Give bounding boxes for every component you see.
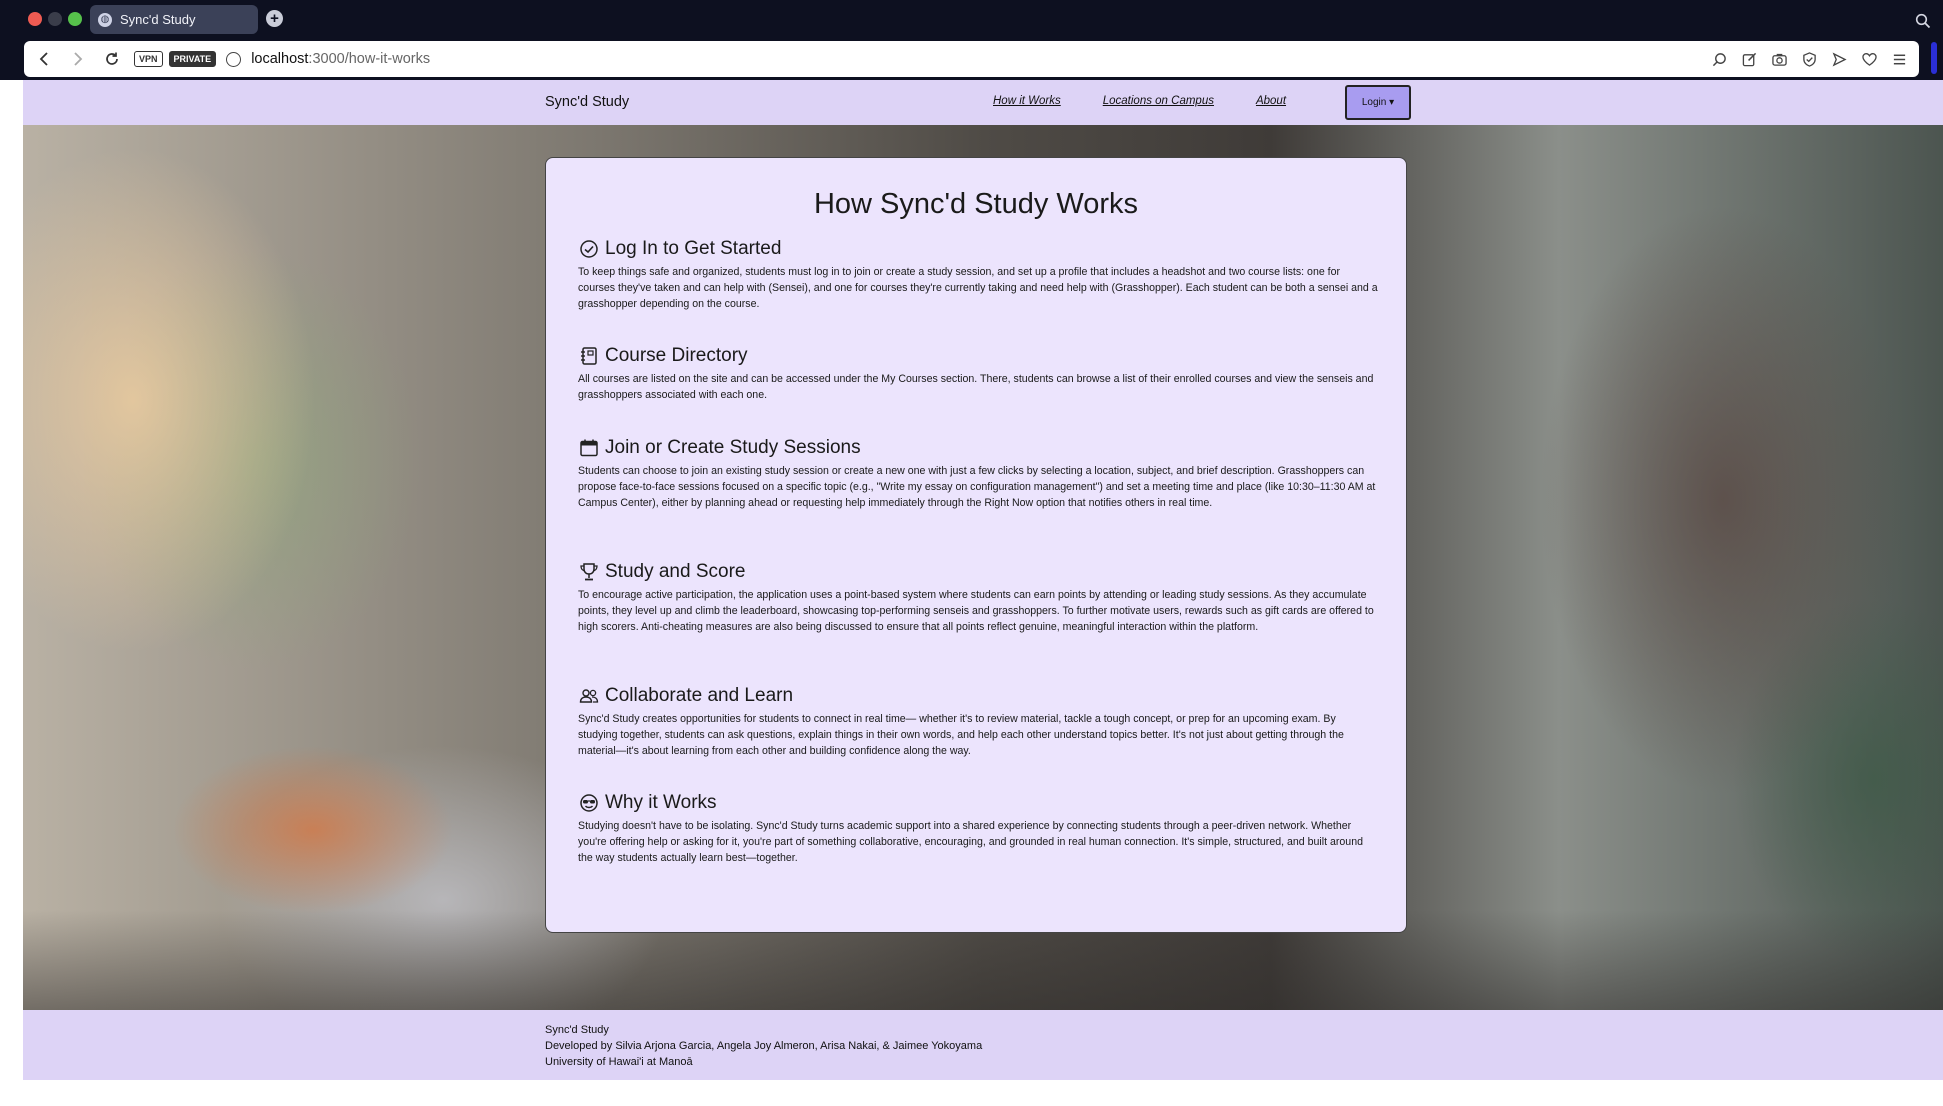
section-study-sessions: Join or Create Study Sessions Students c… xyxy=(578,435,1378,511)
section-title: Why it Works xyxy=(605,792,717,813)
site-info-icon[interactable] xyxy=(226,51,242,67)
site-navbar: Sync'd Study How it Works Locations on C… xyxy=(23,80,1943,125)
section-title: Collaborate and Learn xyxy=(605,685,794,706)
section-why-it-works: Why it Works Studying doesn't have to be… xyxy=(578,790,1378,866)
trophy-icon xyxy=(578,561,600,583)
login-dropdown-button[interactable]: Login ▾ xyxy=(1345,85,1411,120)
page-viewport: Sync'd Study How it Works Locations on C… xyxy=(23,80,1943,1080)
section-body: To keep things safe and organized, stude… xyxy=(578,266,1378,310)
footer-developers: Developed by Silvia Arjona Garcia, Angel… xyxy=(545,1040,983,1052)
browser-tab[interactable]: ◍ Sync'd Study xyxy=(90,5,258,34)
minimize-window-button[interactable] xyxy=(48,12,62,26)
section-body: Students can choose to join an existing … xyxy=(578,465,1376,509)
footer-university: University of Hawai'i at Manoā xyxy=(545,1056,693,1068)
back-button[interactable] xyxy=(30,45,58,73)
chevron-right-icon xyxy=(74,52,83,66)
maximize-window-button[interactable] xyxy=(68,12,82,26)
url-text[interactable]: localhost:3000/how-it-works xyxy=(251,51,430,67)
camera-icon[interactable] xyxy=(1771,51,1787,67)
zoom-icon[interactable] xyxy=(1711,51,1727,67)
close-window-button[interactable] xyxy=(28,12,42,26)
tab-title: Sync'd Study xyxy=(120,12,196,27)
section-body: Sync'd Study creates opportunities for s… xyxy=(578,713,1344,757)
reload-icon xyxy=(106,52,118,65)
section-title: Study and Score xyxy=(605,561,746,582)
reload-button[interactable] xyxy=(98,45,126,73)
footer-brand: Sync'd Study xyxy=(545,1024,609,1036)
menu-icon[interactable] xyxy=(1891,51,1907,67)
search-icon[interactable] xyxy=(1915,13,1931,29)
new-tab-button[interactable]: + xyxy=(266,10,283,27)
section-log-in: Log In to Get Started To keep things saf… xyxy=(578,236,1378,312)
send-icon[interactable] xyxy=(1831,51,1847,67)
private-badge: PRIVATE xyxy=(168,51,217,67)
nav-links: How it Works Locations on Campus About xyxy=(993,95,1286,107)
globe-icon: ◍ xyxy=(98,12,112,27)
forward-button[interactable] xyxy=(64,45,92,73)
section-body: To encourage active participation, the a… xyxy=(578,589,1374,633)
page-title: How Sync'd Study Works xyxy=(813,188,1139,220)
nav-link-about[interactable]: About xyxy=(1256,95,1286,107)
section-collaborate: Collaborate and Learn Sync'd Study creat… xyxy=(578,683,1378,759)
sidebar-toggle[interactable] xyxy=(1931,42,1937,74)
address-bar: VPN PRIVATE localhost:3000/how-it-works xyxy=(24,41,1919,77)
nav-link-how-it-works[interactable]: How it Works xyxy=(993,95,1061,107)
url-path: :3000/how-it-works xyxy=(308,51,431,67)
edit-icon[interactable] xyxy=(1741,51,1757,67)
section-body: Studying doesn't have to be isolating. S… xyxy=(578,820,1363,864)
people-icon xyxy=(578,685,600,707)
window-bottom-edge xyxy=(0,1080,1943,1106)
journal-icon xyxy=(578,345,600,367)
section-study-and-score: Study and Score To encourage active part… xyxy=(578,559,1378,635)
section-body: All courses are listed on the site and c… xyxy=(578,373,1374,401)
chevron-left-icon xyxy=(39,52,48,66)
section-course-directory: Course Directory All courses are listed … xyxy=(578,343,1378,403)
brand-link[interactable]: Sync'd Study xyxy=(545,94,629,110)
section-title: Log In to Get Started xyxy=(605,238,782,259)
url-host: localhost xyxy=(251,51,309,67)
browser-titlebar: ◍ Sync'd Study + xyxy=(0,0,1943,40)
site-footer: Sync'd Study Developed by Silvia Arjona … xyxy=(23,1010,1943,1080)
vpn-badge[interactable]: VPN xyxy=(134,51,163,67)
check-circle-icon xyxy=(578,238,600,260)
section-title: Course Directory xyxy=(605,345,748,366)
sunglasses-emoji-icon xyxy=(578,792,600,814)
heart-icon[interactable] xyxy=(1861,51,1877,67)
how-it-works-card: How Sync'd Study Works Log In to Get Sta… xyxy=(545,157,1407,933)
window-edge xyxy=(0,80,23,1080)
section-title: Join or Create Study Sessions xyxy=(605,437,861,458)
calendar-icon xyxy=(578,437,600,459)
nav-link-locations[interactable]: Locations on Campus xyxy=(1103,95,1214,107)
shield-icon[interactable] xyxy=(1801,51,1817,67)
